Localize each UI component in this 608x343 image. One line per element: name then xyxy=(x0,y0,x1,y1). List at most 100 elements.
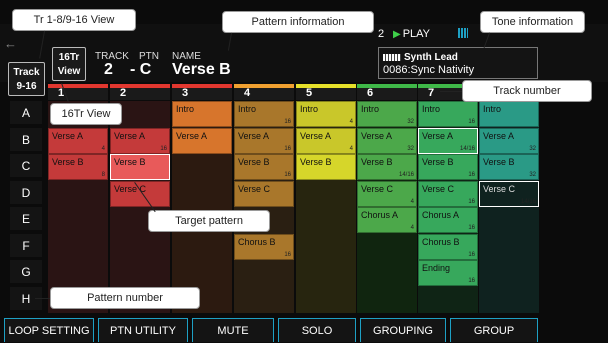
pattern-row-label[interactable]: F xyxy=(10,233,42,258)
pattern-length: 4 xyxy=(101,145,105,152)
pattern-cell[interactable]: Chorus B 16 xyxy=(234,233,294,260)
pattern-name: Verse B xyxy=(361,157,393,167)
pattern-cell[interactable]: Intro xyxy=(172,101,232,127)
callout-16tr-view: 16Tr View xyxy=(50,103,122,125)
pattern-name: Intro xyxy=(361,104,380,114)
pattern-cell[interactable]: Intro 16 xyxy=(234,101,294,127)
pattern-row-label[interactable]: B xyxy=(10,127,42,152)
play-icon: ▶ xyxy=(393,29,401,40)
pattern-cell[interactable]: Verse C xyxy=(234,180,294,207)
pattern-cell[interactable]: Verse C 14/16 xyxy=(479,180,539,207)
pattern-cell[interactable]: Chorus A 4 xyxy=(357,207,417,233)
pattern-row-label[interactable]: C xyxy=(10,154,42,178)
menu-button-ptn-utility[interactable]: PTN UTILITY xyxy=(98,318,188,342)
pattern-length: 16 xyxy=(284,119,291,125)
track-number: 3 xyxy=(182,87,189,99)
pattern-cell[interactable]: Verse A 4 xyxy=(296,127,356,154)
pattern-cell[interactable]: Verse A 16 xyxy=(110,127,170,154)
pattern-name: Intro xyxy=(422,104,441,114)
play-status[interactable]: ▶ PLAY xyxy=(393,28,430,40)
pattern-name: Verse A xyxy=(361,130,393,141)
pattern-length: 16 xyxy=(468,251,475,258)
track-header[interactable]: 3 xyxy=(172,84,232,100)
pattern-cell[interactable]: Ending 16 xyxy=(418,260,478,286)
pattern-cell[interactable]: Verse B 8 xyxy=(48,154,108,180)
tone-info-box[interactable]: Synth Lead 0086:Sync Nativity xyxy=(378,47,538,79)
track-header[interactable]: 1 xyxy=(48,84,108,100)
track-color-bar xyxy=(110,84,170,88)
track-color-bar xyxy=(357,84,417,88)
track-color-bar xyxy=(48,84,108,88)
keyboard-icon xyxy=(383,53,401,61)
track-header[interactable]: 5 xyxy=(296,84,356,100)
pattern-cell[interactable]: Chorus A 16 xyxy=(418,207,478,233)
pattern-name: Verse C xyxy=(483,183,516,194)
pattern-cell[interactable]: Verse A 32 xyxy=(479,127,539,154)
pattern-length: 16 xyxy=(160,145,167,152)
menu-button-mute[interactable]: MUTE xyxy=(192,318,274,342)
pattern-row-label[interactable]: D xyxy=(10,180,42,205)
pattern-cell[interactable]: Intro 16 xyxy=(418,101,478,127)
tone-number: 0086:Sync Nativity xyxy=(383,64,475,76)
pattern-cell[interactable]: Verse C 16 xyxy=(418,180,478,207)
pattern-cell[interactable]: Chorus B 16 xyxy=(418,233,478,260)
track-9-16-view-button[interactable]: Track 9-16 xyxy=(8,62,45,96)
pattern-name: Verse A xyxy=(422,130,454,141)
pattern-row-label[interactable]: A xyxy=(10,101,42,125)
pattern-cell[interactable]: Verse A 32 xyxy=(357,127,417,154)
track-number: 7 xyxy=(428,87,435,99)
track-header[interactable]: 2 xyxy=(110,84,170,100)
pattern-name: Verse A xyxy=(52,130,84,141)
track-header[interactable]: 4 xyxy=(234,84,294,100)
pattern-cell[interactable]: Verse A 16 xyxy=(234,127,294,154)
pattern-row-label[interactable]: G xyxy=(10,260,42,284)
track-color-bar xyxy=(234,84,294,88)
pattern-name: Verse C xyxy=(238,183,271,194)
callout-target-pattern: Target pattern xyxy=(148,210,270,232)
menu-button-grouping[interactable]: GROUPING xyxy=(360,318,446,342)
menu-button-loop-setting[interactable]: LOOP SETTING xyxy=(4,318,94,342)
pattern-name: Intro xyxy=(483,104,502,114)
pattern-cell[interactable]: Verse B 14/16 xyxy=(357,154,417,180)
pattern-cell[interactable]: Verse B 16 xyxy=(234,154,294,180)
pattern-length: 16 xyxy=(468,278,475,284)
pattern-cell[interactable]: Verse B 16 xyxy=(418,154,478,180)
pattern-cell[interactable]: Verse A xyxy=(172,127,232,154)
pattern-length: 32 xyxy=(407,145,414,152)
leader-line xyxy=(440,91,462,92)
pattern-length: 14/16 xyxy=(398,172,414,178)
pattern-cell[interactable]: Verse C xyxy=(110,180,170,207)
pattern-cell[interactable]: Verse B 32 xyxy=(479,154,539,180)
pattern-length: 14/16 xyxy=(520,198,536,205)
pattern-name: Verse A xyxy=(483,130,515,141)
pattern-row-label[interactable]: E xyxy=(10,207,42,231)
pattern-name: Verse B xyxy=(422,157,454,167)
pattern-name: Verse B xyxy=(300,157,332,167)
menu-button-group[interactable]: GROUP xyxy=(450,318,538,342)
pattern-length: 14/16 xyxy=(459,145,475,152)
pattern-cell[interactable]: Intro 32 xyxy=(357,101,417,127)
back-arrow-icon[interactable]: ← xyxy=(4,36,22,52)
pattern-cell[interactable]: Verse C 4 xyxy=(357,180,417,207)
pattern-name: Verse C xyxy=(361,183,394,194)
pattern-name: Chorus A xyxy=(361,210,399,220)
target-pattern-cell[interactable]: Verse B xyxy=(110,154,170,180)
pattern-name: Chorus B xyxy=(238,236,276,247)
pattern-length: 4 xyxy=(410,198,414,205)
16tr-view-button[interactable]: 16Tr View xyxy=(52,47,86,81)
track-number: 4 xyxy=(244,87,251,99)
pattern-cell[interactable]: Verse A 4 xyxy=(48,127,108,154)
pattern-cell[interactable]: Verse B xyxy=(296,154,356,180)
pattern-length: 32 xyxy=(529,172,536,178)
ptn-value: - C xyxy=(130,61,152,78)
pattern-cell[interactable]: Intro 4 xyxy=(296,101,356,127)
pattern-length: 4 xyxy=(349,145,353,152)
pattern-length: 4 xyxy=(410,225,414,231)
pattern-length: 8 xyxy=(101,172,105,178)
menu-button-solo[interactable]: SOLO xyxy=(278,318,356,342)
track-color-bar xyxy=(172,84,232,88)
track-header[interactable]: 6 xyxy=(357,84,417,100)
pattern-cell[interactable]: Intro xyxy=(479,101,539,127)
pattern-name: Verse A xyxy=(176,130,208,141)
pattern-cell[interactable]: Verse A 14/16 xyxy=(418,127,478,154)
